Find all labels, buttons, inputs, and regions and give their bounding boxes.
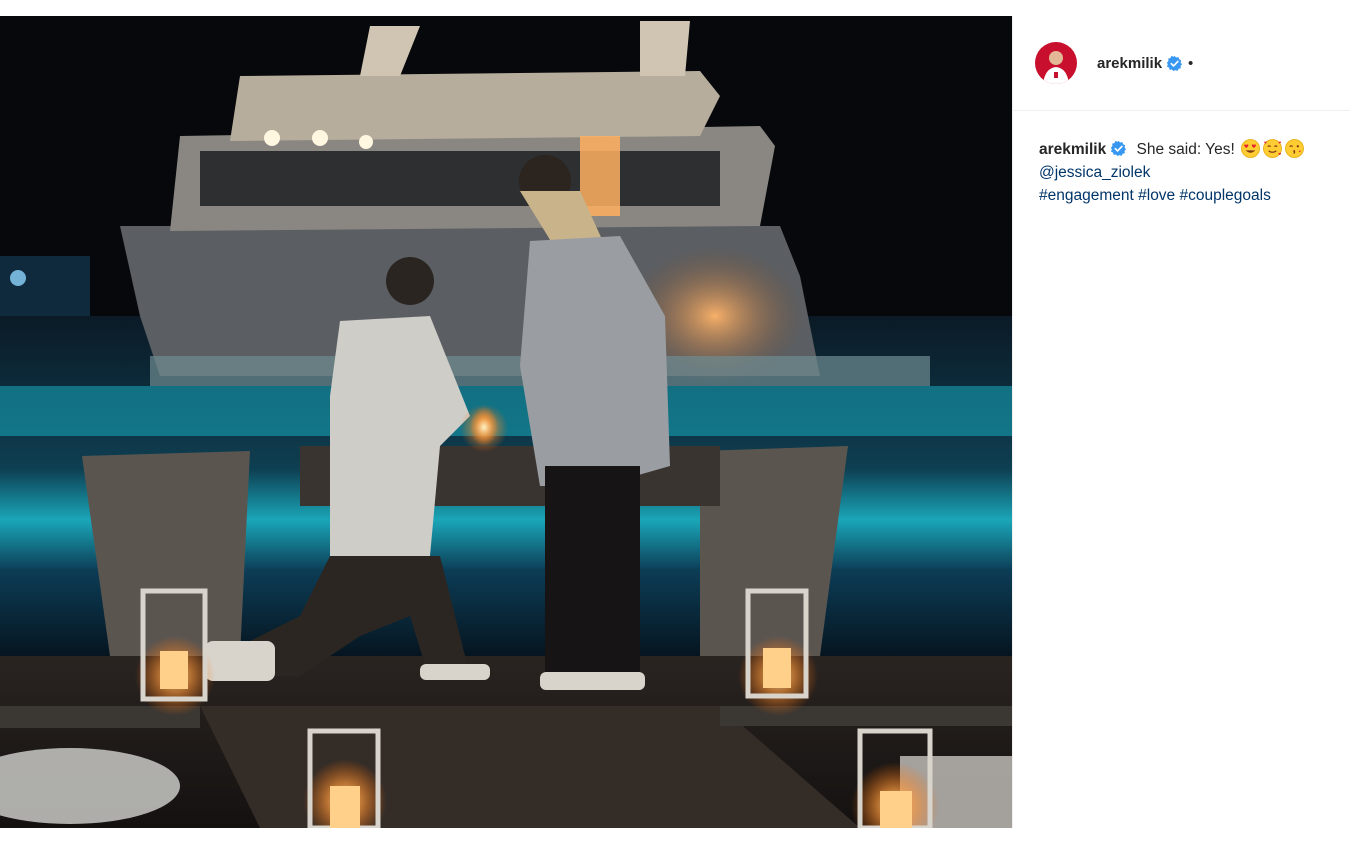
hashtag-link-engagement[interactable]: #engagement bbox=[1039, 187, 1134, 204]
post-header: arekmilik • bbox=[1013, 16, 1350, 111]
verified-badge-icon bbox=[1167, 55, 1183, 71]
header-username[interactable]: arekmilik bbox=[1097, 55, 1162, 72]
smiling-face-with-hearts-emoji-icon bbox=[1262, 139, 1282, 158]
caption-text: She said: Yes! bbox=[1136, 141, 1235, 158]
proposal-photo bbox=[0, 16, 1012, 828]
hashtag-link-love[interactable]: #love bbox=[1138, 187, 1175, 204]
caption: arekmilik She said: Yes! @jessica_ziolek… bbox=[1013, 111, 1350, 207]
mention-link[interactable]: @jessica_ziolek bbox=[1039, 164, 1150, 181]
post-photo[interactable] bbox=[0, 16, 1012, 828]
caption-username[interactable]: arekmilik bbox=[1039, 141, 1106, 158]
hashtag-link-couplegoals[interactable]: #couplegoals bbox=[1180, 187, 1271, 204]
kissing-face-emoji-icon bbox=[1284, 139, 1304, 158]
avatar[interactable] bbox=[1035, 42, 1077, 84]
caption-verified-badge-icon bbox=[1111, 141, 1127, 156]
header-separator: • bbox=[1188, 54, 1194, 72]
post-sidebar: arekmilik • arekmilik She said: Yes! @je… bbox=[1012, 16, 1350, 828]
profile-avatar-image bbox=[1035, 42, 1077, 84]
heart-eyes-emoji-icon bbox=[1240, 139, 1260, 158]
